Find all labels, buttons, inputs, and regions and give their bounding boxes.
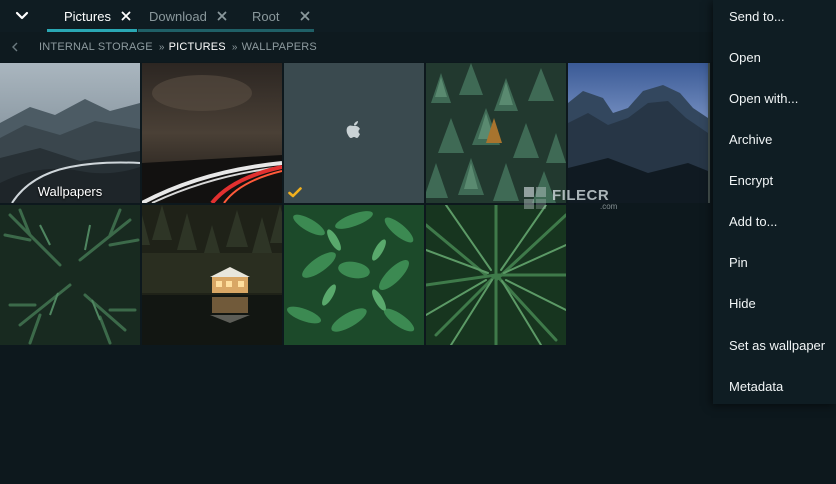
breadcrumb-separator: » [231,41,238,53]
tab-download[interactable]: Download [149,0,227,32]
tab-label: Pictures [64,8,111,24]
close-icon[interactable] [217,11,227,21]
folder-label: Wallpapers [37,184,103,199]
breadcrumb-internal-storage[interactable]: INTERNAL STORAGE [39,41,153,53]
menu-item-send-to[interactable]: Send to... [729,6,785,26]
filecr-watermark: FILECR .com [522,183,632,217]
context-menu: Send to... Open Open with... Archive Enc… [713,0,836,404]
menu-item-encrypt[interactable]: Encrypt [729,170,773,190]
thumbnail-mountain-dusk[interactable] [568,63,708,203]
mountain-road-thumbnail [0,63,140,203]
tab-bar: Pictures Download Root [0,0,836,32]
green-leaves-thumbnail [284,205,424,345]
thumbnail-partial [708,63,710,203]
breadcrumb-pictures[interactable]: PICTURES [169,41,226,53]
lake-house-thumbnail [142,205,282,345]
thumbnail-green-leaves[interactable] [284,205,424,345]
folder-wallpapers[interactable]: Wallpapers [0,63,140,203]
thumbnail-palm-leaves[interactable] [0,205,140,345]
pine-forest-thumbnail [426,63,566,203]
chevron-down-icon[interactable] [10,6,34,26]
watermark-domain: .com [600,202,618,211]
menu-item-pin[interactable]: Pin [729,252,748,272]
menu-item-add-to[interactable]: Add to... [729,211,777,231]
thumbnail-apple-wallpaper[interactable] [284,63,424,203]
file-manager-app: Pictures Download Root INTERNAL STORAGE … [0,0,836,484]
thumbnail-grass-blades[interactable] [426,205,566,345]
filecr-logo-icon [524,187,546,209]
night-road-thumbnail [142,63,282,203]
thumbnail-night-road[interactable] [142,63,282,203]
close-icon[interactable] [300,11,310,21]
back-arrow-icon[interactable] [11,42,25,52]
menu-item-open-with[interactable]: Open with... [729,88,798,108]
tab-label: Download [149,8,207,24]
breadcrumb-separator: » [158,41,165,53]
selected-check-icon [288,187,302,198]
thumbnail-pine-forest[interactable] [426,63,566,203]
mountain-dusk-thumbnail [568,63,708,203]
menu-item-set-as-wallpaper[interactable]: Set as wallpaper [729,335,825,355]
apple-wallpaper-thumbnail [284,63,424,203]
tab-label: Root [252,8,280,24]
menu-item-archive[interactable]: Archive [729,129,772,149]
menu-item-hide[interactable]: Hide [729,293,756,313]
breadcrumb-wallpapers[interactable]: WALLPAPERS [242,41,317,53]
close-icon[interactable] [121,11,131,21]
menu-item-open[interactable]: Open [729,47,761,67]
tab-root[interactable]: Root [252,0,310,32]
palm-leaves-thumbnail [0,205,140,345]
menu-item-metadata[interactable]: Metadata [729,376,783,396]
grass-blades-thumbnail [426,205,566,345]
tab-pictures[interactable]: Pictures [64,0,131,32]
thumbnail-lake-house[interactable] [142,205,282,345]
breadcrumb: INTERNAL STORAGE » PICTURES » WALLPAPERS [0,32,836,62]
